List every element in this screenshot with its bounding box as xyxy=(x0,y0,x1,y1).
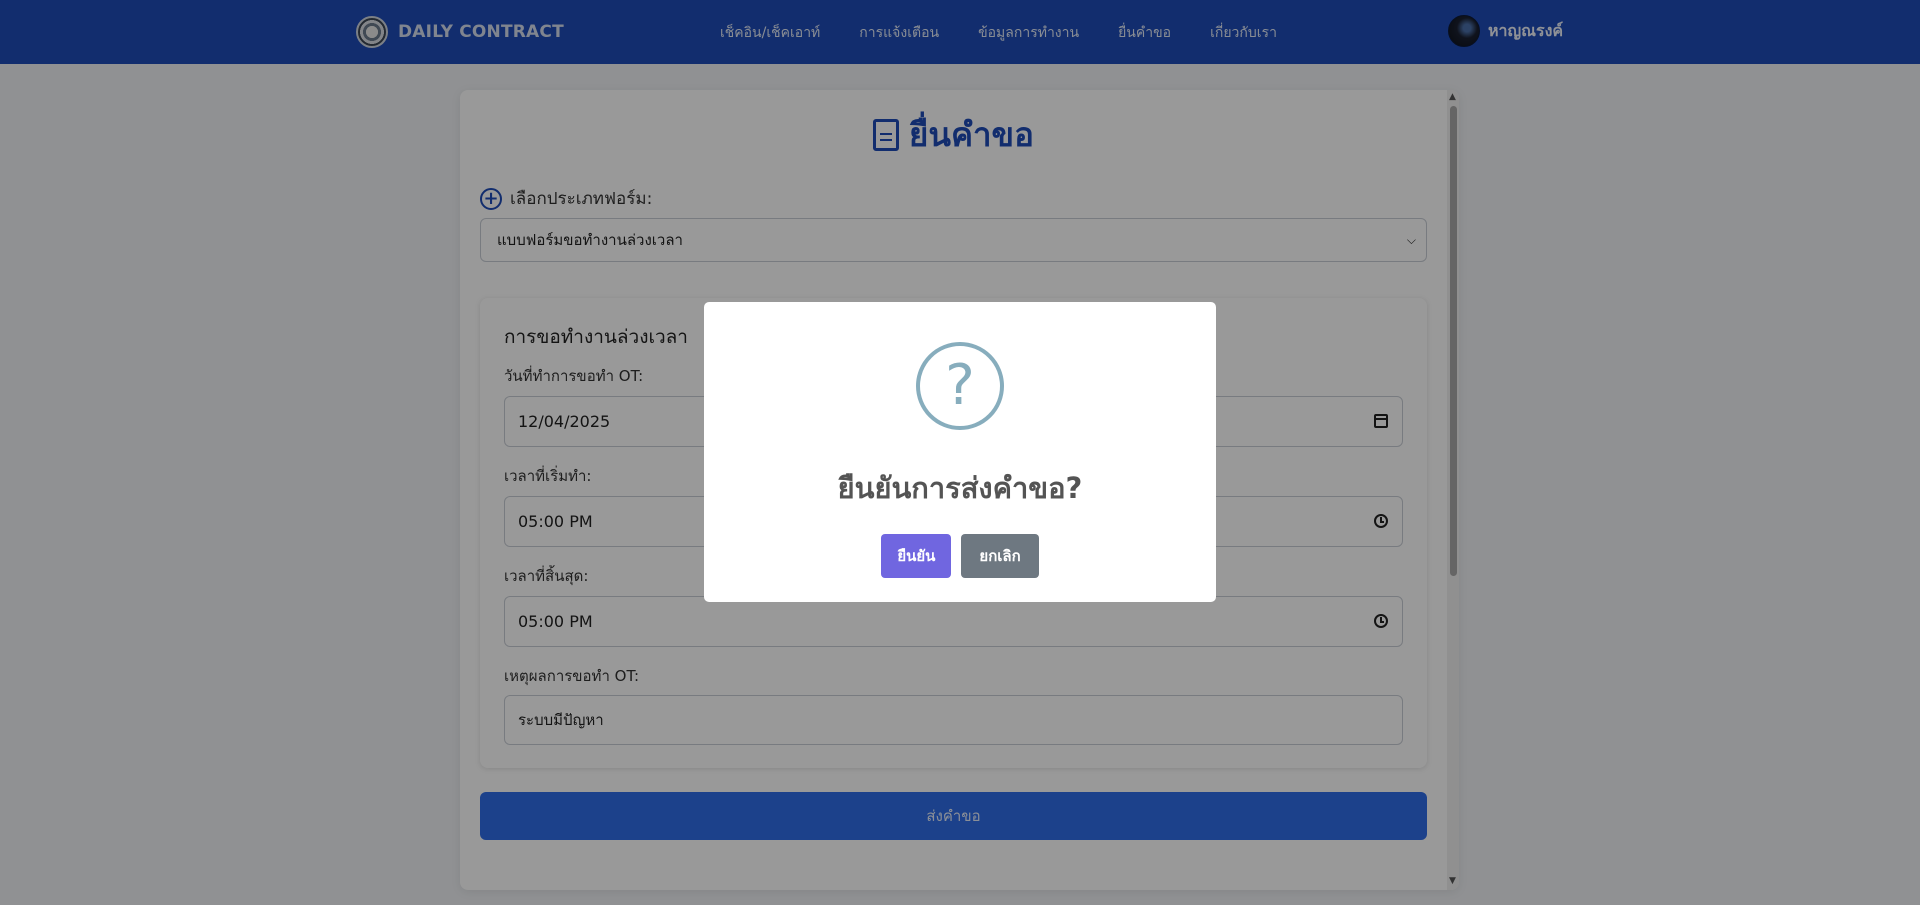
confirm-button[interactable]: ยืนยัน xyxy=(881,534,952,578)
confirm-dialog: ? ยืนยันการส่งคำขอ? ยืนยัน ยกเลิก xyxy=(704,302,1216,602)
dialog-actions: ยืนยัน ยกเลิก xyxy=(704,534,1216,578)
dialog-title: ยืนยันการส่งคำขอ? xyxy=(837,471,1083,505)
question-icon: ? xyxy=(916,342,1004,430)
cancel-button[interactable]: ยกเลิก xyxy=(961,534,1039,578)
